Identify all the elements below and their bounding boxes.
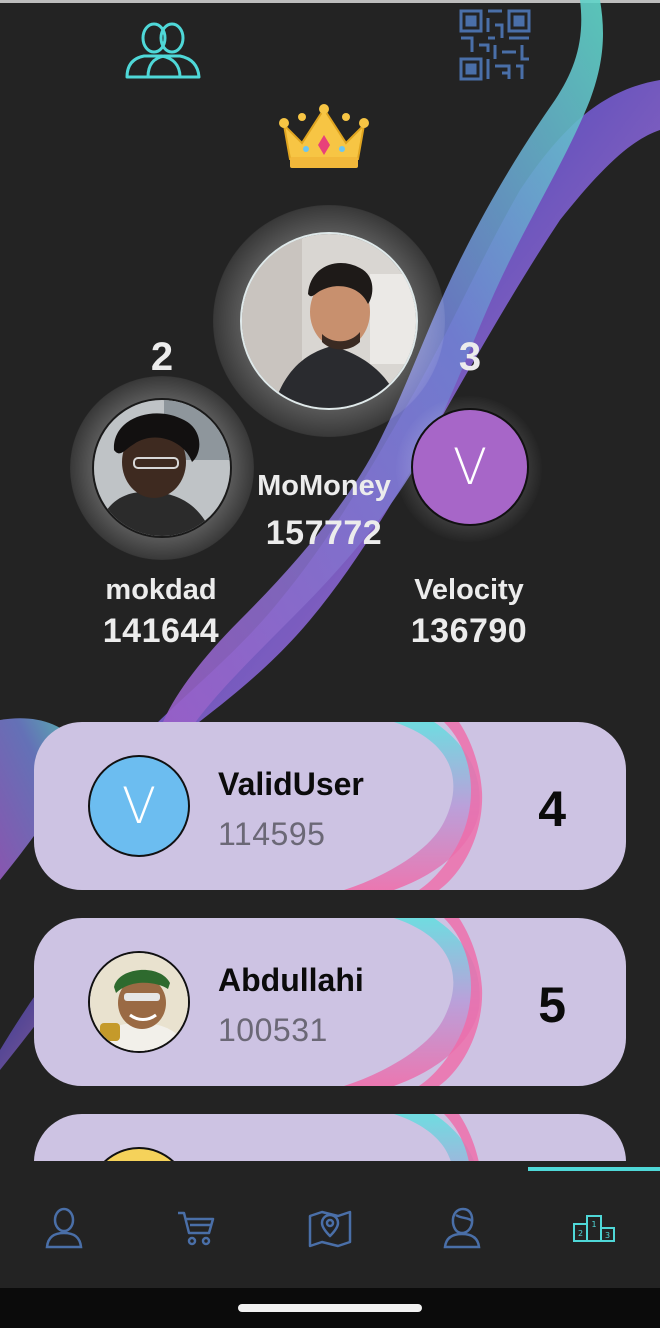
- tab-map[interactable]: [300, 1203, 360, 1253]
- crown-icon: [278, 103, 370, 176]
- third-place-avatar[interactable]: V: [411, 408, 529, 526]
- tab-person[interactable]: [34, 1203, 94, 1253]
- podium-icon: 1 2 3: [573, 1215, 615, 1242]
- user-rank: 5: [538, 977, 566, 1033]
- second-place-avatar[interactable]: [92, 398, 232, 538]
- home-indicator[interactable]: [238, 1304, 422, 1312]
- second-place-score: 141644: [102, 612, 220, 650]
- user-name: ValidUser: [218, 766, 364, 802]
- person-icon: [45, 1207, 83, 1249]
- list-item[interactable]: [34, 1114, 626, 1161]
- user-avatar: V: [88, 755, 190, 857]
- third-place-score: 136790: [410, 612, 528, 650]
- cart-icon: [178, 1211, 215, 1246]
- first-place-name: MoMoney: [257, 470, 391, 502]
- first-place-avatar[interactable]: [240, 232, 418, 410]
- map-pin-icon: [308, 1210, 352, 1248]
- leaderboard-screen: MoMoney 157772 2 mokdad 141644 3 V Veloc…: [0, 0, 660, 1328]
- user-avatar: [88, 951, 190, 1053]
- second-place-rank: 2: [150, 335, 174, 379]
- list-item[interactable]: Abdullahi 100531 5: [34, 918, 626, 1086]
- second-place-name: mokdad: [105, 574, 217, 606]
- profile-icon: [443, 1207, 481, 1249]
- tab-shop[interactable]: [166, 1203, 226, 1253]
- user-name: Abdullahi: [218, 962, 364, 998]
- tab-leaderboard[interactable]: 1 2 3: [564, 1203, 624, 1253]
- first-place-score: 157772: [265, 514, 383, 552]
- tab-bar: 1 2 3: [0, 1161, 660, 1288]
- user-rank: 4: [538, 781, 566, 837]
- svg-text:3: 3: [605, 1231, 610, 1240]
- list-item[interactable]: V ValidUser 114595 4: [34, 722, 626, 890]
- active-tab-indicator: [528, 1167, 660, 1171]
- tab-profile[interactable]: [432, 1203, 492, 1253]
- qr-code-icon[interactable]: [458, 8, 532, 82]
- third-place-rank: 3: [458, 335, 482, 379]
- leaderboard-list[interactable]: V ValidUser 114595 4 Abdullahi 100531 5: [0, 700, 660, 1161]
- user-score: 100531: [218, 1012, 328, 1048]
- svg-text:1: 1: [591, 1220, 596, 1229]
- user-score: 114595: [218, 816, 326, 852]
- svg-text:2: 2: [578, 1229, 583, 1238]
- third-place-name: Velocity: [414, 574, 524, 606]
- friends-group-icon[interactable]: [122, 20, 204, 80]
